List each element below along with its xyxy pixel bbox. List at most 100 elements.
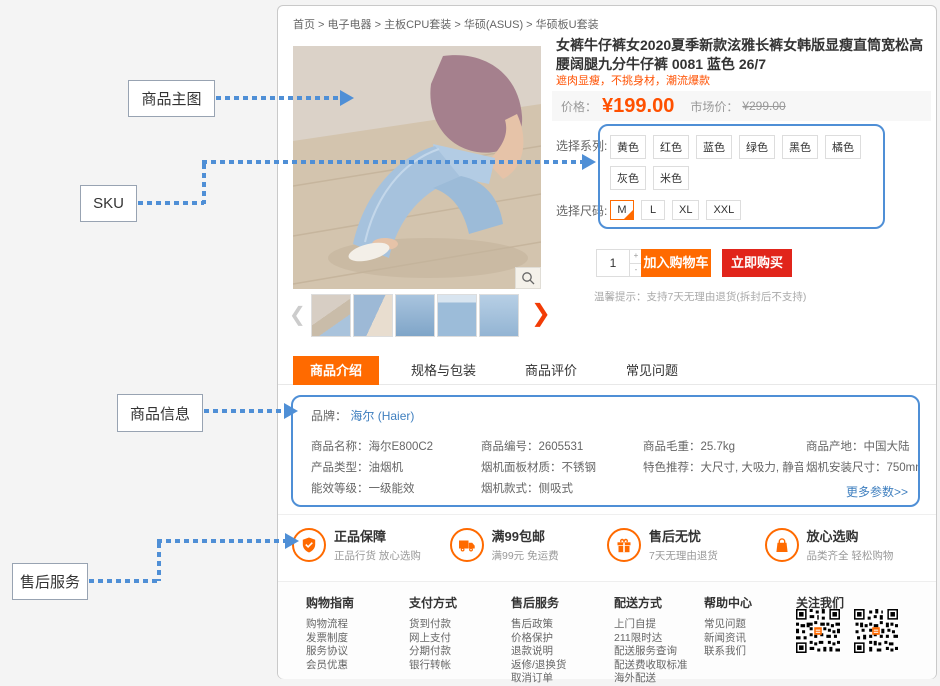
tab-faq[interactable]: 常见问题: [609, 356, 695, 385]
field-value: 750mm±50mm (烟...: [887, 462, 919, 474]
service-text: 正品保障 正品行货 放心选购: [334, 526, 421, 563]
price-value: ¥199.00: [602, 95, 674, 118]
field-key: 商品毛重：: [643, 441, 701, 453]
field-key: 商品编号：: [481, 441, 539, 453]
thumbnail-1[interactable]: [311, 294, 351, 337]
annotation-sku-label: SKU: [80, 185, 137, 222]
thumbnail-3[interactable]: [395, 294, 435, 337]
series-option[interactable]: 橘色: [825, 135, 861, 159]
footer-link[interactable]: 购物流程: [306, 618, 354, 632]
footer-col-title: 配送方式: [614, 594, 688, 611]
info-column-2: 商品编号：2605531 烟机面板材质：不锈钢 烟机款式：侧吸式: [481, 437, 639, 500]
field-value: 不锈钢: [562, 462, 597, 474]
size-options-row: ML XL XXL: [610, 200, 748, 220]
arrow-line-sku-3: [202, 160, 582, 164]
footer-link[interactable]: 211限时达: [614, 632, 688, 646]
add-to-cart-button[interactable]: 加入购物车: [641, 249, 711, 277]
thumbs-prev-icon[interactable]: ❮: [289, 302, 306, 328]
arrow-line-sku-2: [202, 164, 206, 204]
footer-link[interactable]: 常见问题: [704, 618, 752, 632]
footer-link[interactable]: 分期付款: [409, 645, 457, 659]
brand-link[interactable]: 海尔: [350, 409, 374, 423]
size-option[interactable]: XL: [672, 200, 699, 220]
info-column-3: 商品毛重：25.7kg 特色推荐：大尺寸, 大吸力, 静音...: [643, 437, 803, 479]
annotation-after-sale-label: 售后服务: [12, 563, 88, 600]
field-key: 特色推荐：: [643, 462, 701, 474]
footer-link[interactable]: 配送费收取标准: [614, 659, 688, 673]
brand-row: 品牌： 海尔 (Haier): [311, 407, 414, 424]
footer-link[interactable]: 取消订单: [511, 672, 566, 686]
footer-col-payment: 支付方式 货到付款 网上支付 分期付款 银行转帐: [409, 594, 457, 672]
service-desc: 正品行货 放心选购: [334, 548, 421, 563]
tab-spec-package[interactable]: 规格与包装: [394, 356, 493, 385]
info-field: 特色推荐：大尺寸, 大吸力, 静音...: [643, 458, 803, 479]
footer-link[interactable]: 售后政策: [511, 618, 566, 632]
arrow-line-sku-1: [138, 201, 204, 205]
footer-link[interactable]: 发票制度: [306, 632, 354, 646]
service-free-shipping: 满99包邮 满99元 免运费: [450, 526, 608, 563]
buy-now-button[interactable]: 立即购买: [722, 249, 792, 277]
footer-col-title: 售后服务: [511, 594, 566, 611]
service-text: 售后无忧 7天无理由退货: [649, 526, 718, 563]
brand-link-en[interactable]: (Haier): [378, 409, 415, 423]
field-key: 烟机安装尺寸：: [806, 462, 887, 474]
breadcrumb[interactable]: 首页 > 电子电器 > 主板CPU套装 > 华硕(ASUS) > 华硕板U套装: [293, 16, 599, 32]
field-key: 商品名称：: [311, 441, 369, 453]
arrow-line-after-sale-2: [157, 543, 161, 581]
product-main-image[interactable]: [293, 46, 541, 289]
gift-box-icon: [607, 528, 641, 562]
arrowhead-main-image: [340, 90, 354, 106]
service-genuine: 正品保障 正品行货 放心选购: [292, 526, 450, 563]
footer-link[interactable]: 配送服务查询: [614, 645, 688, 659]
tab-product-intro[interactable]: 商品介绍: [293, 356, 379, 385]
warm-tip-text: 温馨提示：支持7天无理由退货(拆封后不支持): [594, 289, 806, 304]
footer-link[interactable]: 银行转帐: [409, 659, 457, 673]
series-option[interactable]: 绿色: [739, 135, 775, 159]
product-title: 女裤牛仔裤女2020夏季新款泫雅长裤女韩版显瘦直筒宽松高腰阔腿九分牛仔裤 008…: [556, 36, 930, 74]
footer-link[interactable]: 服务协议: [306, 645, 354, 659]
magnifier-icon[interactable]: [515, 267, 541, 289]
size-option-selected[interactable]: M: [610, 200, 634, 220]
series-option[interactable]: 黄色: [610, 135, 646, 159]
footer-link[interactable]: 上门自提: [614, 618, 688, 632]
series-option[interactable]: 红色: [653, 135, 689, 159]
footer-link[interactable]: 会员优惠: [306, 659, 354, 673]
product-tagline: 遮肉显瘦，不挑身材，潮流爆款: [556, 72, 710, 88]
detail-tabs: 商品介绍 规格与包装 商品评价 常见问题: [278, 356, 936, 385]
footer-link[interactable]: 价格保护: [511, 632, 566, 646]
quantity-input[interactable]: [597, 250, 629, 276]
series-option[interactable]: 灰色: [610, 166, 646, 190]
footer-link[interactable]: 退款说明: [511, 645, 566, 659]
size-option[interactable]: L: [641, 200, 665, 220]
footer-link[interactable]: 网上支付: [409, 632, 457, 646]
thumbnail-2[interactable]: [353, 294, 393, 337]
footer-col-delivery: 配送方式 上门自提 211限时达 配送服务查询 配送费收取标准 海外配送: [614, 594, 688, 686]
annotation-text: SKU: [93, 195, 124, 212]
tab-reviews[interactable]: 商品评价: [508, 356, 594, 385]
shopping-bag-icon: [765, 528, 799, 562]
service-title: 正品保障: [334, 526, 421, 545]
info-column-1: 商品名称：海尔E800C2 产品类型：油烟机 能效等级：一级能效: [311, 437, 479, 500]
arrow-line-after-sale-1: [89, 579, 159, 583]
thumbnail-4[interactable]: [437, 294, 477, 337]
service-desc: 满99元 免运费: [492, 548, 559, 563]
thumbnail-5[interactable]: [479, 294, 519, 337]
size-option[interactable]: XXL: [706, 200, 741, 220]
annotation-product-info-label: 商品信息: [117, 394, 203, 432]
series-option[interactable]: 蓝色: [696, 135, 732, 159]
service-easy-shopping: 放心选购 品类齐全 轻松购物: [765, 526, 923, 563]
footer-link[interactable]: 货到付款: [409, 618, 457, 632]
brand-label: 品牌：: [311, 409, 347, 423]
footer-link[interactable]: 海外配送: [614, 672, 688, 686]
service-text: 放心选购 品类齐全 轻松购物: [807, 526, 894, 563]
series-option[interactable]: 黑色: [782, 135, 818, 159]
series-option[interactable]: 米色: [653, 166, 689, 190]
site-footer: 购物指南 购物流程 发票制度 服务协议 会员优惠 支付方式 货到付款 网上支付 …: [278, 581, 936, 679]
arrow-line-after-sale-3: [157, 539, 285, 543]
annotation-main-image-label: 商品主图: [128, 80, 215, 117]
footer-link[interactable]: 返修/退换货: [511, 659, 566, 673]
footer-link[interactable]: 新闻资讯: [704, 632, 752, 646]
field-key: 产品类型：: [311, 462, 369, 474]
footer-link[interactable]: 联系我们: [704, 645, 752, 659]
thumbs-next-icon[interactable]: ❯: [531, 300, 551, 328]
